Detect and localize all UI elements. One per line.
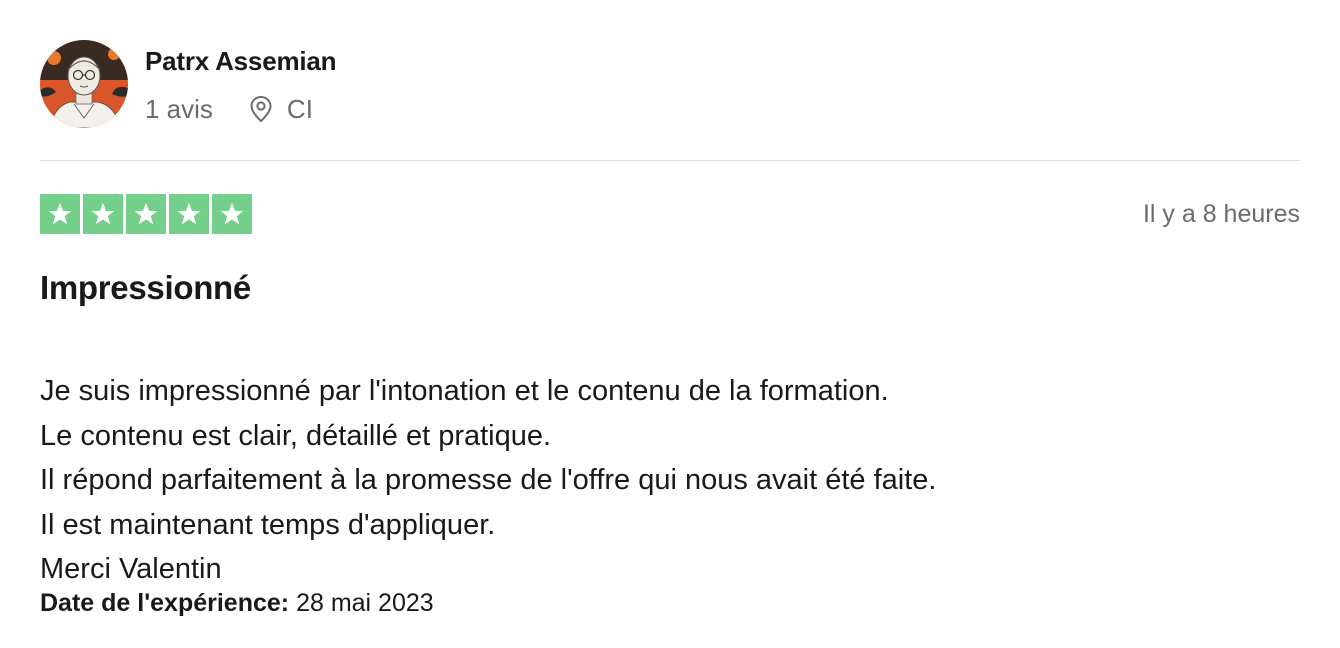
star-icon	[169, 194, 209, 234]
review-body-line: Je suis impressionné par l'intonation et…	[40, 375, 889, 407]
review-title[interactable]: Impressionné	[40, 268, 251, 308]
avatar[interactable]	[40, 40, 128, 128]
divider	[40, 160, 1300, 161]
star-icon	[212, 194, 252, 234]
review-card: Patrx Assemian 1 avis CI Il y a 8 heures…	[40, 40, 1300, 617]
review-body-line: Merci Valentin	[40, 553, 222, 585]
review-body-line: Il répond parfaitement à la promesse de …	[40, 464, 937, 496]
reviewer-meta: Patrx Assemian 1 avis CI	[145, 40, 337, 124]
review-body-line: Le contenu est clair, détaillé et pratiq…	[40, 419, 552, 452]
review-body: Je suis impressionné par l'intonation et…	[40, 369, 936, 592]
experience-date-label: Date de l'expérience:	[40, 589, 290, 617]
reviewer-info: 1 avis CI	[145, 94, 336, 124]
avatar-portrait-icon	[40, 40, 128, 128]
reviewer-name[interactable]: Patrx Assemian	[145, 46, 337, 76]
reviewer-location: CI	[286, 94, 313, 124]
star-icon	[126, 194, 166, 234]
review-time-ago: Il y a 8 heures	[1142, 199, 1300, 228]
review-count: 1 avis	[145, 94, 213, 124]
experience-date-value: 28 mai 2023	[296, 589, 434, 617]
review-body-line: Il est maintenant temps d'appliquer.	[40, 508, 496, 541]
map-pin-icon	[249, 95, 273, 123]
rating-row: Il y a 8 heures	[40, 194, 1300, 234]
star-rating	[40, 194, 252, 234]
star-icon	[40, 194, 80, 234]
experience-date: Date de l'expérience: 28 mai 2023	[40, 588, 434, 618]
star-icon	[83, 194, 123, 234]
reviewer-header: Patrx Assemian 1 avis CI	[40, 40, 1300, 130]
